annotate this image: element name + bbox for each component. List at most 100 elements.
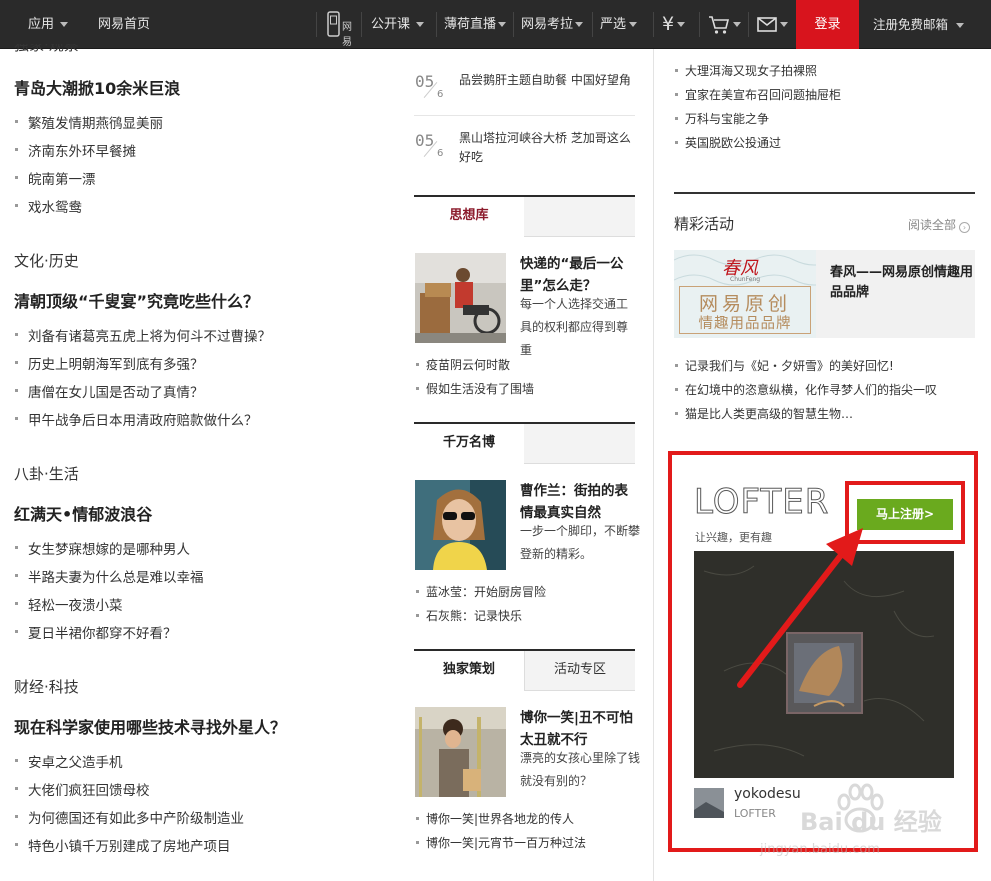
nav-home-link[interactable]: 网易首页 (98, 0, 150, 49)
article-thumbnail[interactable] (415, 253, 506, 343)
login-button[interactable]: 登录 (796, 0, 859, 49)
list-item-link[interactable]: 特色小镇千万别建成了房地产项目 (14, 835, 231, 855)
nav-divider (592, 12, 593, 37)
chunfeng-logo-en: ChunFeng (730, 276, 761, 283)
chevron-down-icon (416, 22, 425, 27)
nav-item-label: 网易考拉 (521, 17, 574, 32)
article-title-link[interactable]: 快递的“最后一公里”怎么走？ (520, 253, 632, 297)
nav-item-live[interactable]: 薄荷直播 (444, 0, 507, 49)
tab-bar: 千万名博 (414, 422, 635, 464)
arrow-circle-icon: › (959, 222, 971, 233)
headline-link[interactable]: 青岛大潮掀10余米巨浪 (14, 75, 180, 99)
article-thumbnail[interactable] (415, 707, 506, 797)
list-item-link[interactable]: 在幻境中的恣意纵横，化作寻梦人们的指尖一叹 (674, 381, 937, 398)
list-item-link[interactable]: 为何德国还有如此多中产阶级制造业 (14, 807, 244, 827)
nav-divider (361, 12, 362, 37)
promo-banner-image[interactable]: 春风 ChunFeng 网易原创 情趣用品品牌 (674, 250, 816, 338)
list-item-link[interactable]: 甲午战争后日本用清政府赔款做什么？ (14, 409, 258, 429)
read-all-label: 阅读全部 (908, 218, 957, 232)
read-all-link[interactable]: 阅读全部 › (908, 216, 971, 233)
top-nav-bar: 应用 网易首页 网易 公开课 薄荷直播 网易考拉 严选 ¥ 登录 注册免费邮箱 (0, 0, 991, 49)
nav-app-menu[interactable]: 应用 (28, 0, 69, 49)
list-item-link[interactable]: 记录我们与《妃・夕妍雪》的美好回忆! (674, 357, 894, 374)
list-item-link[interactable]: 唐僧在女儿国是否动了真情？ (14, 381, 204, 401)
section-label-cut: 独家·观察 (14, 44, 79, 53)
chevron-down-icon (60, 22, 69, 27)
chevron-down-icon (780, 22, 788, 27)
nav-item-yanxuan[interactable]: 严选 (600, 0, 638, 49)
promo-banner-frame: 网易原创 情趣用品品牌 (679, 286, 811, 334)
list-item-link[interactable]: 大理洱海又现女子拍裸照 (674, 62, 817, 79)
headline-link[interactable]: 清朝顶级“千叟宴”究竟吃些什么？ (14, 288, 259, 312)
promo-title-link[interactable]: 春风——网易原创情趣用品品牌 (830, 263, 975, 303)
chevron-down-icon (677, 22, 686, 27)
nav-divider (748, 12, 749, 37)
yuan-icon: ¥ (662, 13, 675, 35)
list-item-link[interactable]: 济南东外环早餐摊 (14, 140, 136, 160)
tab-famous-blogs[interactable]: 千万名博 (414, 424, 524, 464)
list-item-link[interactable]: 皖南第一漂 (14, 168, 96, 188)
list-item-link[interactable]: 博你一笑|元宵节一百万种过法 (415, 834, 586, 851)
list-item-link[interactable]: 戏水鸳鸯 (14, 196, 82, 216)
headline-link[interactable]: 现在科学家使用哪些技术寻找外星人？ (14, 714, 286, 738)
annotation-arrow-icon (737, 528, 863, 688)
section-divider (674, 192, 975, 194)
chevron-down-icon (575, 22, 584, 27)
list-item-link[interactable]: 宜家在美宣布召回问题抽屉柜 (674, 86, 841, 103)
nav-item-open-course[interactable]: 公开课 (371, 0, 425, 49)
chevron-down-icon (733, 22, 741, 27)
nav-item-finance[interactable]: ¥ (662, 0, 686, 49)
section-label-culture-history[interactable]: 文化·历史 (14, 250, 79, 271)
chevron-down-icon (498, 22, 507, 27)
list-item-link[interactable]: 半路夫妻为什么总是难以幸福 (14, 566, 204, 586)
article-title-link[interactable]: 曹作兰：街拍的表情最真实自然 (520, 480, 638, 524)
list-item-link[interactable]: 繁殖发情期燕鸻显美丽 (14, 112, 163, 132)
tab-bar: 思想库 (414, 195, 635, 237)
article-title-link[interactable]: 博你一笑|丑不可怕太丑就不行 (520, 707, 638, 751)
list-item-link[interactable]: 女生梦寐想嫁的是哪种男人 (14, 538, 190, 558)
list-item-link[interactable]: 蓝冰莹：开始厨房冒险 (415, 583, 546, 600)
list-item-link[interactable]: 安卓之父造手机 (14, 751, 123, 771)
nav-app-label: 应用 (28, 17, 55, 32)
list-item-link[interactable]: 猫是比人类更高级的智慧生物… (674, 405, 853, 422)
nav-item-kaola[interactable]: 网易考拉 (521, 0, 584, 49)
nav-divider (699, 12, 700, 37)
netease-mail-app-icon[interactable]: 网易 (326, 10, 356, 48)
register-mail-link[interactable]: 注册免费邮箱 (873, 0, 965, 49)
list-item-link[interactable]: 大佬们疯狂回馈母校 (14, 779, 150, 799)
list-item-link[interactable]: 博你一笑|世界各地龙的传人 (415, 810, 574, 827)
list-item-link[interactable]: 英国脱欧公投通过 (674, 134, 781, 151)
list-item-link[interactable]: 夏日半裙你都穿不好看？ (14, 622, 177, 642)
article-summary: 一步一个脚印，不断攀登新的精彩。 (520, 524, 641, 561)
nav-item-label: 薄荷直播 (444, 17, 497, 32)
activity-section-title: 精彩活动 (674, 215, 735, 233)
list-item-link[interactable]: 疫苗阴云何时散 (415, 356, 510, 373)
watermark-text: Bai du 经验 (800, 808, 942, 836)
section-label-finance-tech[interactable]: 财经·科技 (14, 676, 79, 697)
section-label-gossip-life[interactable]: 八卦·生活 (14, 463, 79, 484)
list-item-link[interactable]: 万科与宝能之争 (674, 110, 769, 127)
watermark-url: jingyan.baidu.com (760, 842, 880, 857)
nav-item-cart[interactable] (708, 0, 741, 49)
tab-think-tank[interactable]: 思想库 (414, 197, 524, 237)
date-event-link[interactable]: 黑山塔拉河峡谷大桥 芝加哥这么好吃 (459, 129, 637, 167)
tab-events[interactable]: 活动专区 (524, 651, 635, 691)
nav-divider (513, 12, 514, 37)
divider (414, 115, 635, 116)
tab-exclusive-planning[interactable]: 独家策划 (414, 651, 524, 691)
list-item-link[interactable]: 假如生活没有了围墙 (415, 380, 534, 397)
list-item-link[interactable]: 石灰熊：记录快乐 (415, 607, 522, 624)
list-item-link[interactable]: 历史上明朝海军到底有多强？ (14, 353, 204, 373)
headline-link[interactable]: 红满天•情郁波浪谷 (14, 501, 152, 525)
list-item-link[interactable]: 轻松一夜溃小菜 (14, 594, 123, 614)
nav-item-label: 严选 (600, 17, 627, 32)
article-thumbnail[interactable] (415, 480, 506, 570)
promo-card[interactable]: 春风 ChunFeng 网易原创 情趣用品品牌 春风——网易原创情趣用品品牌 (674, 250, 975, 338)
nav-divider (653, 12, 654, 37)
article-summary: 漂亮的女孩心里除了钱就没有别的？ (520, 751, 641, 788)
date-event-link[interactable]: 品尝鹅肝主题自助餐 中国好望角 (459, 71, 631, 88)
list-item-link[interactable]: 刘备有诸葛亮五虎上将为何斗不过曹操？ (14, 325, 271, 345)
column-divider (653, 49, 654, 881)
nav-divider (316, 12, 317, 37)
nav-item-mail[interactable] (757, 0, 788, 49)
